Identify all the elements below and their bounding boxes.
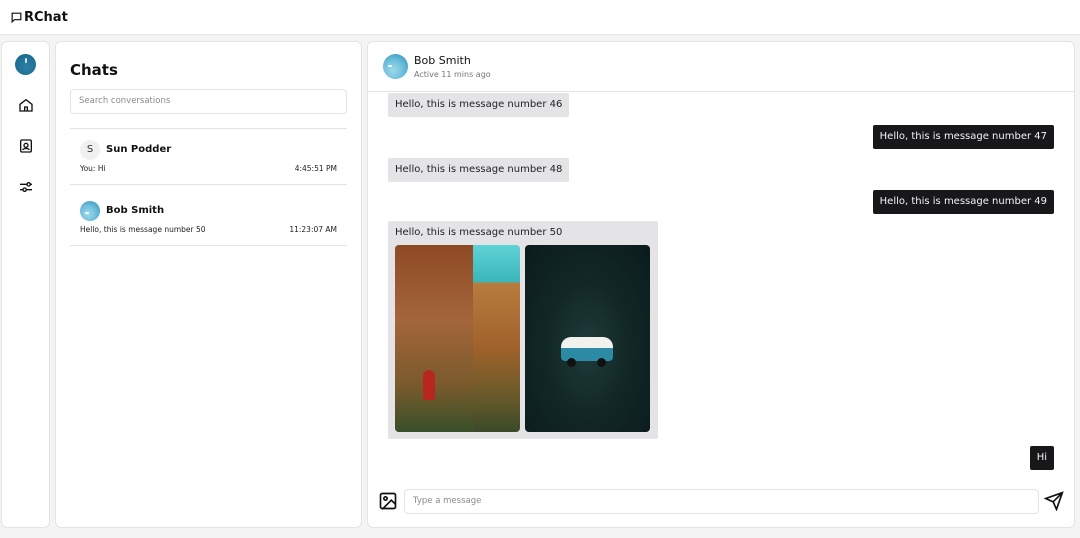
message-incoming: Hello, this is message number 48 (388, 158, 570, 182)
conversation-item-bob-smith[interactable]: Bob Smith Hello, this is message number … (70, 190, 347, 246)
conversation-item-sun-podder[interactable]: S Sun Podder You: Hi 4:45:51 PM (70, 129, 347, 185)
chats-title: Chats (70, 61, 118, 79)
message-incoming-with-images: Hello, this is message number 50 (388, 221, 658, 439)
settings-button[interactable] (15, 176, 37, 198)
home-button[interactable] (15, 94, 37, 116)
street-photo[interactable] (395, 245, 520, 432)
avatar (80, 200, 100, 221)
chat-header: Bob Smith Active 11 mins ago (368, 42, 1074, 92)
conversation-name: Sun Podder (106, 144, 172, 155)
contacts-button[interactable] (15, 135, 37, 157)
message-text: Hello, this is message number 50 (395, 227, 563, 238)
conversation-preview: You: Hi (80, 163, 106, 173)
message-outgoing: Hello, this is message number 49 (872, 190, 1054, 214)
chat-bubble-icon (11, 12, 22, 23)
contact-name: Bob Smith (414, 54, 471, 67)
sidebar (1, 41, 50, 528)
contact-status: Active 11 mins ago (414, 70, 491, 79)
van-photo[interactable] (525, 245, 650, 432)
top-bar: RChat (0, 0, 1080, 35)
message-outgoing: Hi (1029, 446, 1054, 470)
chats-panel: Chats S Sun Podder You: Hi 4:45:51 PM Bo… (55, 41, 362, 528)
search-input[interactable] (70, 88, 347, 114)
message-list[interactable]: Hello, this is message number 46 Hello, … (368, 93, 1074, 478)
sliders-icon (19, 182, 32, 192)
image-icon[interactable] (378, 491, 398, 511)
conversation-list: S Sun Podder You: Hi 4:45:51 PM Bob Smit… (70, 127, 347, 246)
message-input[interactable] (404, 488, 1039, 514)
message-incoming: Hello, this is message number 46 (388, 93, 570, 117)
conversation-preview: Hello, this is message number 50 (80, 224, 206, 234)
avatar[interactable] (383, 54, 408, 79)
conversation-name: Bob Smith (106, 205, 165, 216)
brand-logo[interactable]: RChat (10, 10, 68, 25)
brand-name: RChat (24, 9, 68, 25)
contact-icon (19, 139, 32, 153)
conversation-time: 11:23:07 AM (289, 224, 337, 234)
conversation-time: 4:45:51 PM (294, 163, 337, 173)
avatar-initial: S (80, 139, 100, 160)
home-icon (18, 98, 33, 112)
send-icon[interactable] (1044, 491, 1064, 511)
message-outgoing: Hello, this is message number 47 (872, 125, 1054, 149)
message-composer (368, 475, 1074, 527)
user-avatar[interactable] (15, 54, 36, 75)
chat-window: Bob Smith Active 11 mins ago Hello, this… (367, 41, 1075, 528)
